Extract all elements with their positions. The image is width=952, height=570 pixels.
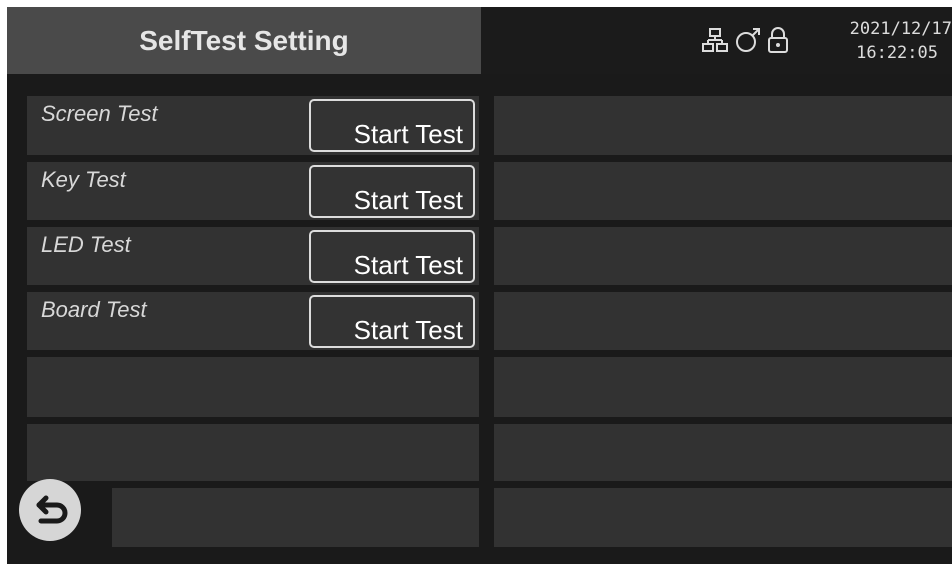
right-panel-cell bbox=[494, 357, 952, 417]
time-display: 16:22:05 bbox=[856, 43, 938, 63]
right-panel-cell bbox=[494, 96, 952, 155]
selftest-screen: SelfTest Setting 2021/12/17 16:22:05 Scr… bbox=[7, 7, 952, 564]
page-title: SelfTest Setting bbox=[139, 25, 349, 56]
right-panel-cell bbox=[494, 488, 952, 547]
header-title-area: SelfTest Setting bbox=[7, 7, 481, 74]
screen-test-label: Screen Test bbox=[41, 101, 158, 126]
list-item: Screen Test Start Test bbox=[27, 96, 479, 155]
usb-icon bbox=[733, 25, 763, 55]
list-item: Board Test Start Test bbox=[27, 292, 479, 350]
list-item: LED Test Start Test bbox=[27, 227, 479, 285]
status-bar: 2021/12/17 16:22:05 bbox=[481, 7, 952, 74]
screen-test-start-button[interactable]: Start Test bbox=[309, 99, 475, 152]
lock-icon bbox=[763, 25, 793, 55]
right-panel-cell bbox=[494, 227, 952, 285]
empty-cell bbox=[112, 488, 479, 547]
led-test-start-button[interactable]: Start Test bbox=[309, 230, 475, 283]
back-arrow-icon bbox=[36, 495, 68, 524]
led-test-label: LED Test bbox=[41, 232, 131, 257]
network-icon bbox=[700, 25, 730, 55]
empty-cell bbox=[27, 357, 479, 417]
empty-cell bbox=[27, 424, 479, 481]
list-item: Key Test Start Test bbox=[27, 162, 479, 220]
right-panel-cell bbox=[494, 292, 952, 350]
key-test-start-button[interactable]: Start Test bbox=[309, 165, 475, 218]
key-test-label: Key Test bbox=[41, 167, 126, 192]
main-panel: Screen Test Start Test Key Test Start Te… bbox=[7, 74, 952, 564]
right-panel-cell bbox=[494, 424, 952, 481]
back-button[interactable] bbox=[19, 479, 81, 541]
board-test-label: Board Test bbox=[41, 297, 147, 322]
board-test-start-button[interactable]: Start Test bbox=[309, 295, 475, 348]
date-display: 2021/12/17 bbox=[849, 19, 952, 39]
right-panel-cell bbox=[494, 162, 952, 220]
